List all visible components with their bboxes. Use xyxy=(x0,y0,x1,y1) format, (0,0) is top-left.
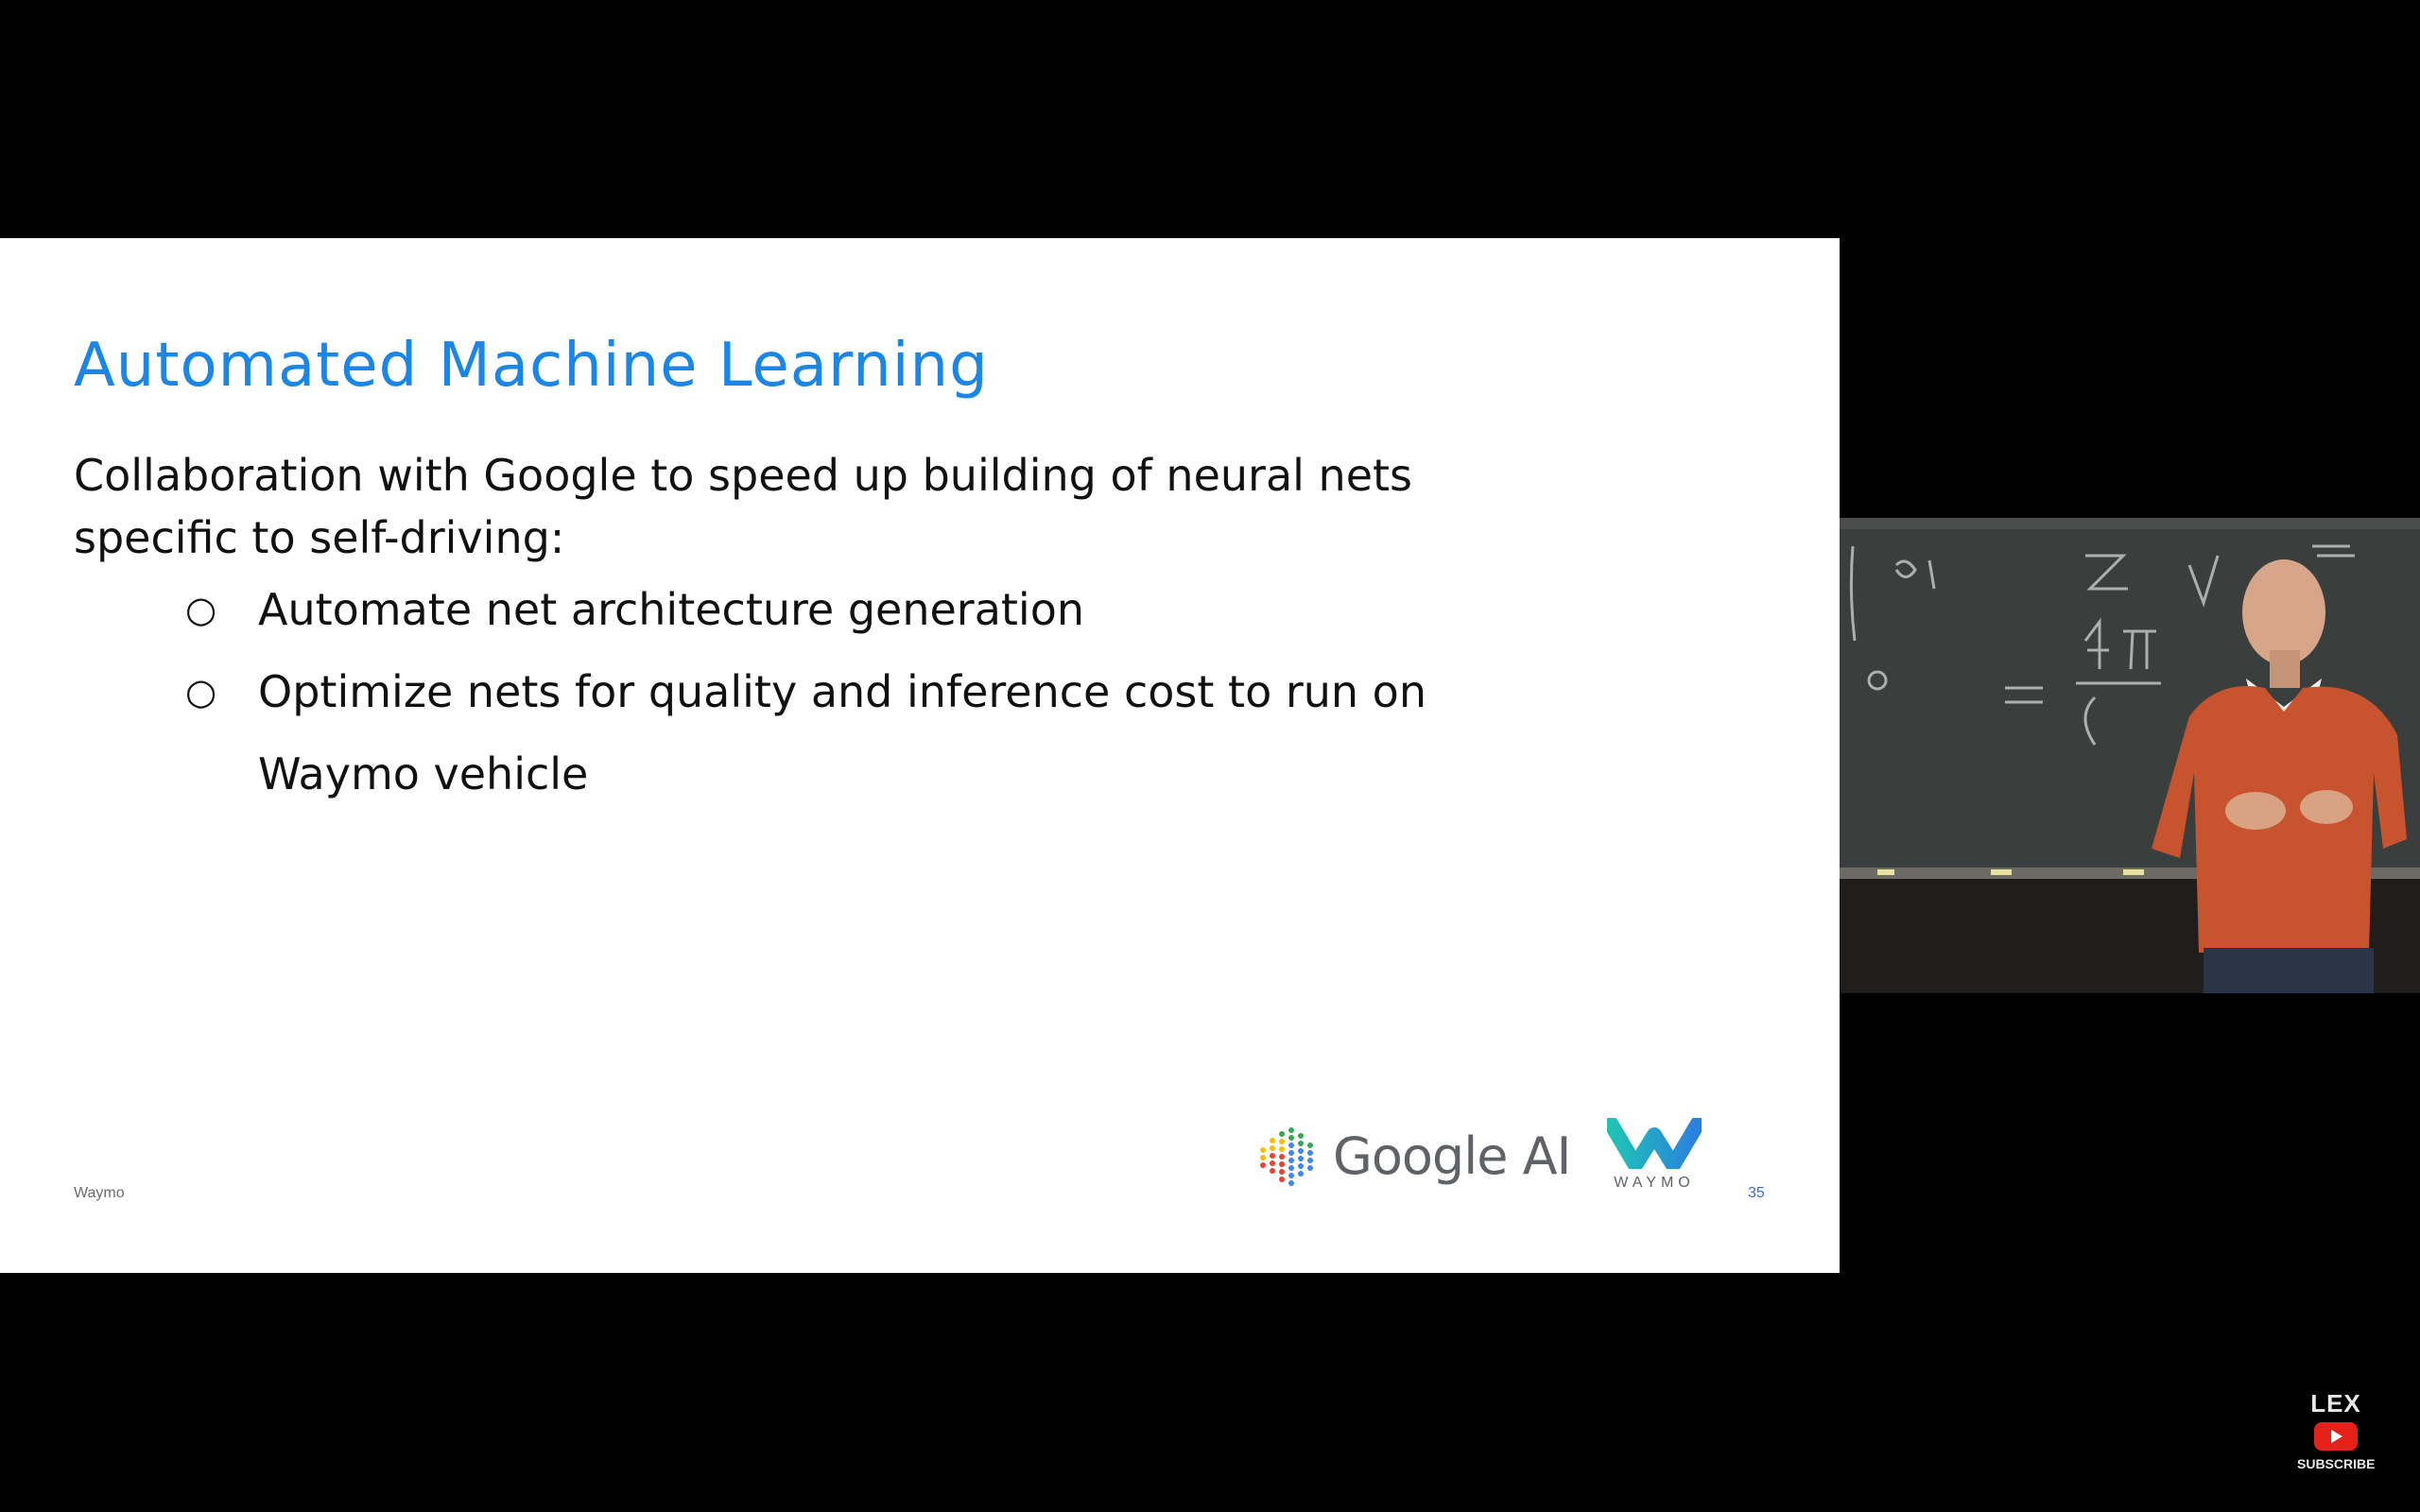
video-frame: Automated Machine Learning Collaboration… xyxy=(0,0,2420,1512)
bullet-item: ○ Automate net architecture generation xyxy=(74,569,1681,651)
bullet-text: Optimize nets for quality and inference … xyxy=(258,666,1426,717)
bullet-item: ○ Optimize nets for quality and inferenc… xyxy=(74,651,1681,816)
slide-body: Collaboration with Google to speed up bu… xyxy=(74,444,1681,816)
bullet-circle-icon: ○ xyxy=(185,671,217,713)
bullet-text-continued: Waymo vehicle xyxy=(258,748,589,799)
bullet-list: ○ Automate net architecture generation ○… xyxy=(74,569,1681,816)
waymo-wordmark: WAYMO xyxy=(1614,1175,1695,1191)
youtube-play-icon[interactable] xyxy=(2314,1422,2358,1451)
google-ai-logo: Google AI xyxy=(1257,1123,1571,1189)
subscribe-label: SUBSCRIBE xyxy=(2297,1456,2376,1471)
channel-watermark[interactable]: LEX SUBSCRIBE xyxy=(2297,1389,2375,1471)
channel-name: LEX xyxy=(2310,1389,2361,1418)
slide-intro-line-2: specific to self-driving: xyxy=(74,512,565,563)
slide-title: Automated Machine Learning xyxy=(74,331,989,401)
speaker-video-inset xyxy=(1840,518,2420,993)
waymo-w-icon xyxy=(1603,1116,1705,1173)
slide-footer-label: Waymo xyxy=(74,1185,125,1201)
bullet-circle-icon: ○ xyxy=(185,589,217,630)
google-ai-wordmark: Google AI xyxy=(1333,1125,1571,1186)
lecturer-video-icon xyxy=(1840,518,2420,993)
google-ai-dots-icon xyxy=(1260,1127,1313,1186)
bullet-text: Automate net architecture generation xyxy=(258,584,1084,635)
waymo-logo: WAYMO xyxy=(1603,1116,1705,1203)
slide-intro-line-1: Collaboration with Google to speed up bu… xyxy=(74,450,1413,501)
slide-page-number: 35 xyxy=(1748,1185,1765,1201)
